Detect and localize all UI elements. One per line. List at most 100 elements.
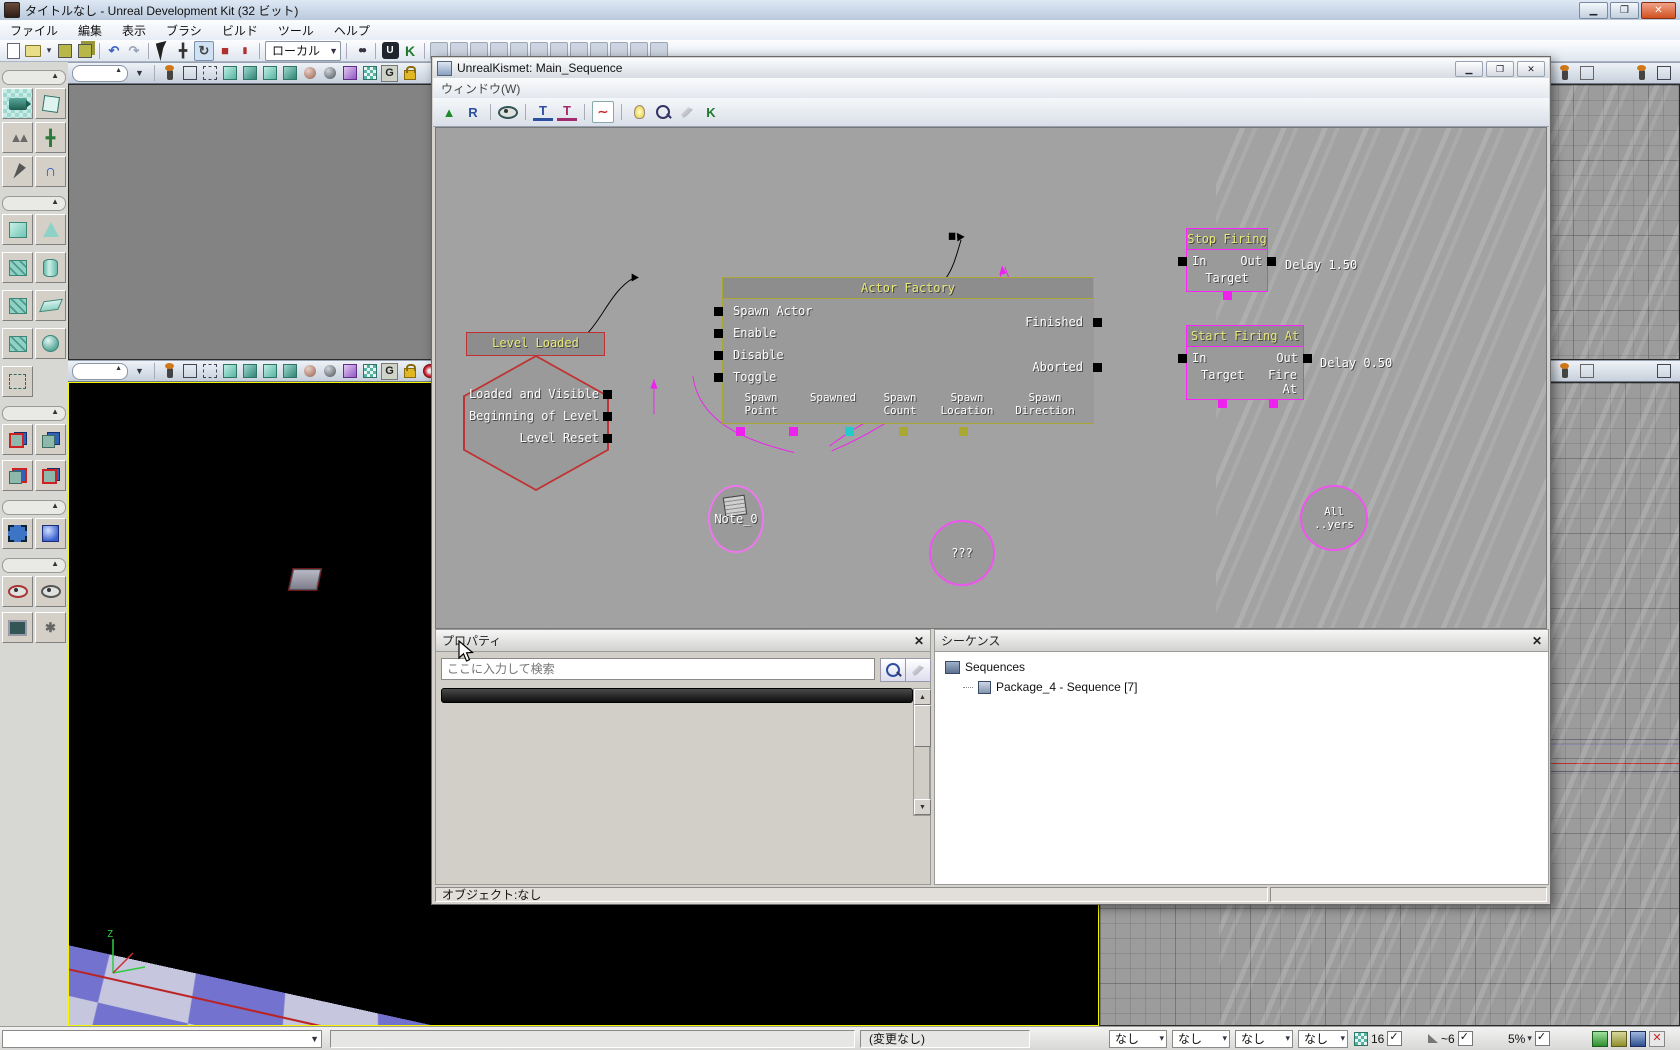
kismet-minimize-button[interactable]: ▁ [1455,61,1483,77]
save-icon[interactable] [56,42,74,60]
connector-in[interactable] [714,373,723,382]
builder-brush-button[interactable] [35,518,66,549]
game-view-button[interactable]: G [381,363,398,380]
property-category-bar[interactable] [441,688,913,703]
scale-tool-icon[interactable]: ■ [216,42,234,60]
close-button[interactable]: ✕ [1641,2,1676,19]
status-none-combo-3[interactable]: なし▾ [1235,1030,1293,1048]
grid-snap-value[interactable]: 16 [1371,1032,1384,1046]
new-file-icon[interactable] [4,42,22,60]
scale-snap-dropdown-icon[interactable]: ▾ [1527,1033,1532,1044]
properties-close-icon[interactable]: ✕ [914,634,924,648]
brush-spiral-stair-button[interactable] [2,328,33,359]
viewport-joystick-icon[interactable] [161,363,178,380]
output-level-reset[interactable]: Level Reset [520,431,599,445]
properties-search-input[interactable] [441,658,875,680]
menu-edit[interactable]: 編集 [68,20,112,40]
toolbox-collapse-bar[interactable] [2,406,66,421]
viewport-collapse-icon[interactable]: ▼ [131,65,148,82]
menu-file[interactable]: ファイル [0,20,68,40]
toolbox-collapse-bar[interactable] [2,558,66,573]
lighting-only-view-icon[interactable] [281,65,298,82]
status-none-combo-1[interactable]: なし▾ [1109,1030,1167,1048]
viewport-top-left[interactable] [68,84,447,360]
connector-out[interactable] [1303,354,1312,363]
scrollbar-thumb[interactable] [914,705,931,747]
menu-view[interactable]: 表示 [112,20,156,40]
connector-variable-olive[interactable] [959,427,968,436]
var-spawn-count[interactable]: Spawn Count [868,391,932,417]
connector-out[interactable] [1093,363,1102,372]
menu-help[interactable]: ヘルプ [324,20,380,40]
output-finished[interactable]: Finished [1025,315,1083,329]
scale-snap-value[interactable]: 5% [1508,1032,1525,1046]
csg-subtract-button[interactable] [35,424,66,455]
input-enable[interactable]: Enable [733,326,776,340]
minimize-button[interactable]: ▁ [1579,2,1608,19]
detail-lighting-view-icon[interactable] [261,363,278,380]
connector-out[interactable] [1267,257,1276,266]
lightmap-density-view-icon[interactable] [341,65,358,82]
connector-target[interactable] [1223,291,1232,300]
var-spawned[interactable]: Spawned [801,391,865,404]
translate-tool-icon[interactable]: ╋ [174,42,192,60]
connector-out[interactable] [603,434,612,443]
connector-in[interactable] [714,329,723,338]
output-loaded-and-visible[interactable]: Loaded and Visible [469,387,599,401]
tree-item-package4[interactable]: Package_4 - Sequence [7] [963,678,1137,696]
viewport-joystick-icon[interactable] [1556,65,1573,82]
undo-icon[interactable]: ↶ [105,42,123,60]
error-icon[interactable]: ✕ [1649,1031,1665,1047]
autosave-icon[interactable] [1592,1031,1608,1047]
zoom-selected-icon[interactable]: T [557,104,577,121]
connector-out[interactable] [603,390,612,399]
connector-in[interactable] [714,307,723,316]
unlit-view-icon[interactable] [221,65,238,82]
var-node-all-players[interactable]: All ..yers [1300,485,1368,551]
brush-sphere-button[interactable] [35,328,66,359]
rotate-tool-icon[interactable]: ↻ [194,41,214,61]
toolbox-collapse-bar[interactable] [2,500,66,515]
menu-tools[interactable]: ツール [268,20,324,40]
viewport-combo[interactable] [72,363,128,380]
input-toggle[interactable]: Toggle [733,370,776,384]
source-control-icon[interactable] [1630,1031,1646,1047]
texture-density-view-icon[interactable] [301,363,318,380]
curves-toggle-icon[interactable]: ∼ [592,101,614,123]
menu-brush[interactable]: ブラシ [156,20,212,40]
shader-complexity-view-icon[interactable] [321,65,338,82]
geometry-mode-button[interactable] [35,88,66,119]
var-target[interactable]: Target [1187,271,1267,285]
brush-wireframe-view-icon[interactable] [201,363,218,380]
output-out[interactable]: Out [1240,254,1262,268]
brush-cube-button[interactable] [2,214,33,245]
reflection-view-icon[interactable] [361,363,378,380]
kismet-button[interactable]: K [401,42,419,60]
detail-lighting-view-icon[interactable] [261,65,278,82]
open-dropdown-icon[interactable]: ▾ [44,42,54,60]
select-inside-button[interactable] [2,518,33,549]
input-in[interactable]: In [1192,254,1206,268]
scroll-up-icon[interactable]: ▲ [914,689,931,705]
brush-volumetric-button[interactable] [2,366,33,397]
csg-add-button[interactable] [2,424,33,455]
node-level-loaded-title[interactable]: Level Loaded [466,332,605,356]
toolbox-collapse-bar[interactable] [2,70,66,85]
lightmap-density-view-icon[interactable] [341,363,358,380]
viewport-combo[interactable] [72,65,128,82]
kismet-k-icon[interactable]: K [701,102,721,122]
input-in[interactable]: In [1192,351,1206,365]
rotation-snap-checkbox[interactable] [1458,1031,1473,1046]
brush-cylinder-button[interactable] [35,252,66,283]
save-all-icon[interactable] [76,42,94,60]
node-stop-firing[interactable]: Stop Firing In Out Target [1186,228,1268,292]
camera-mode-button[interactable] [2,88,33,119]
viewport-joystick-icon[interactable] [161,65,178,82]
game-view-button[interactable]: G [381,65,398,82]
var-spawn-direction[interactable]: Spawn Direction [1010,391,1080,417]
lighting-only-view-icon[interactable] [281,363,298,380]
static-mesh-mode-button[interactable]: ∩ [35,156,66,187]
scale-snap-checkbox[interactable] [1535,1031,1550,1046]
unlit-view-icon[interactable] [221,363,238,380]
properties-header[interactable]: プロパティ ✕ [436,630,930,652]
